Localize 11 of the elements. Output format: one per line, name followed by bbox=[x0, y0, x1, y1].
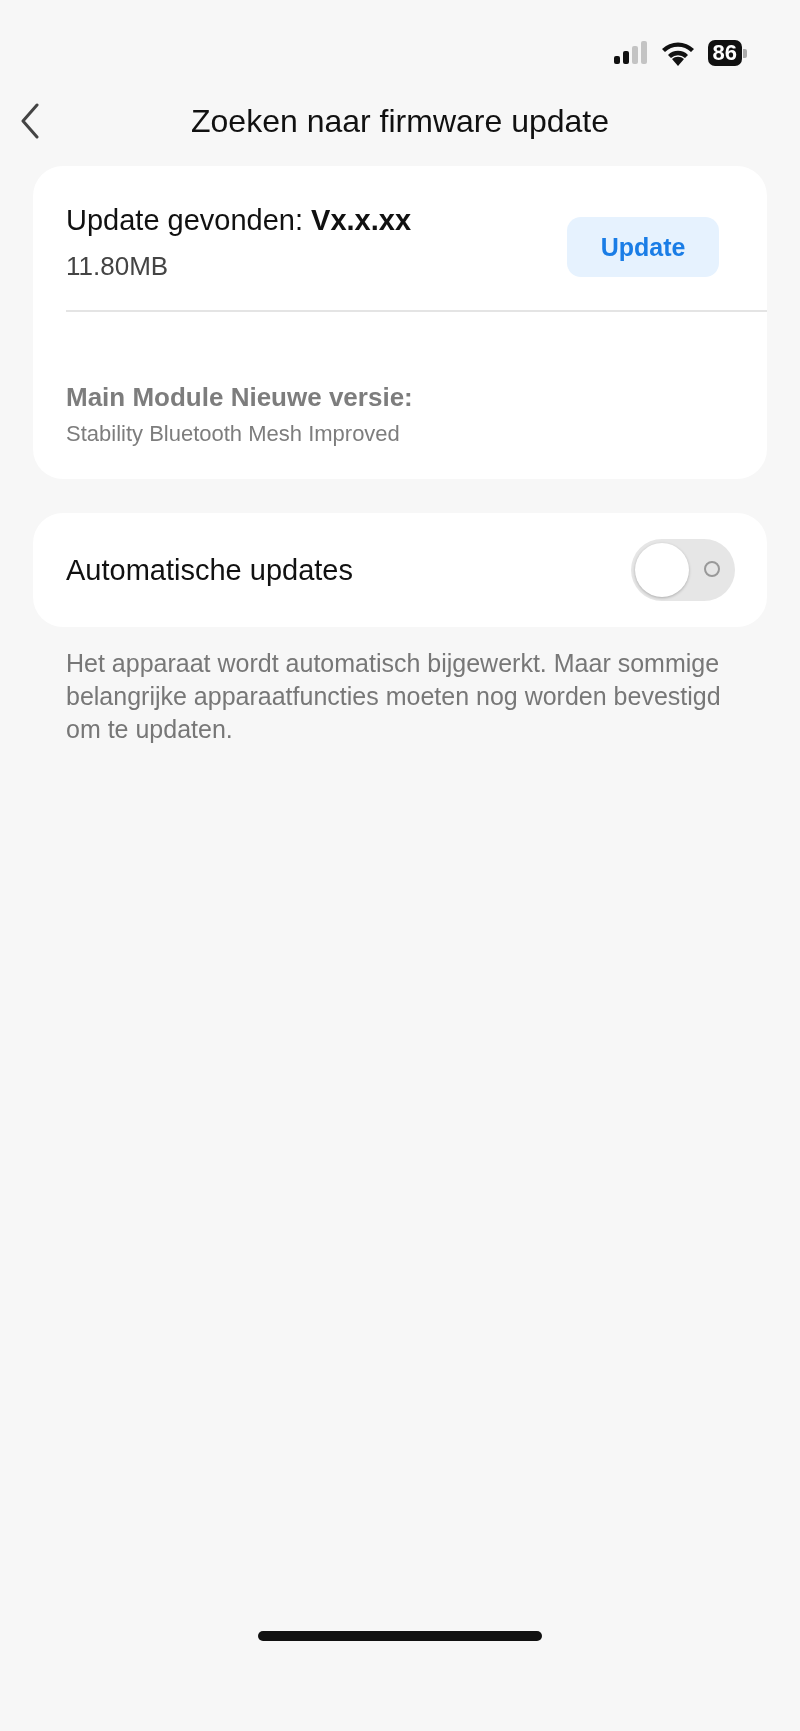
update-heading: Update gevonden: Vx.x.xx bbox=[66, 204, 412, 237]
signal-icon bbox=[613, 41, 648, 65]
auto-updates-label: Automatische updates bbox=[66, 553, 353, 587]
page-title: Zoeken naar firmware update bbox=[191, 102, 609, 140]
module-title: Main Module Nieuwe versie: bbox=[66, 382, 414, 413]
description-text: Het apparaat wordt automatisch bijgewerkt. Maar sommige belangrijke apparaatfuncties moeten nog worden bevestigd om te updaten. bbox=[66, 648, 722, 745]
update-button[interactable]: Update bbox=[567, 217, 719, 277]
battery-indicator: 86 bbox=[707, 40, 747, 66]
module-notes: Stability Bluetooth Mesh Improved bbox=[66, 421, 401, 447]
update-size: 11.80MB bbox=[66, 251, 170, 282]
back-icon[interactable] bbox=[20, 103, 40, 139]
